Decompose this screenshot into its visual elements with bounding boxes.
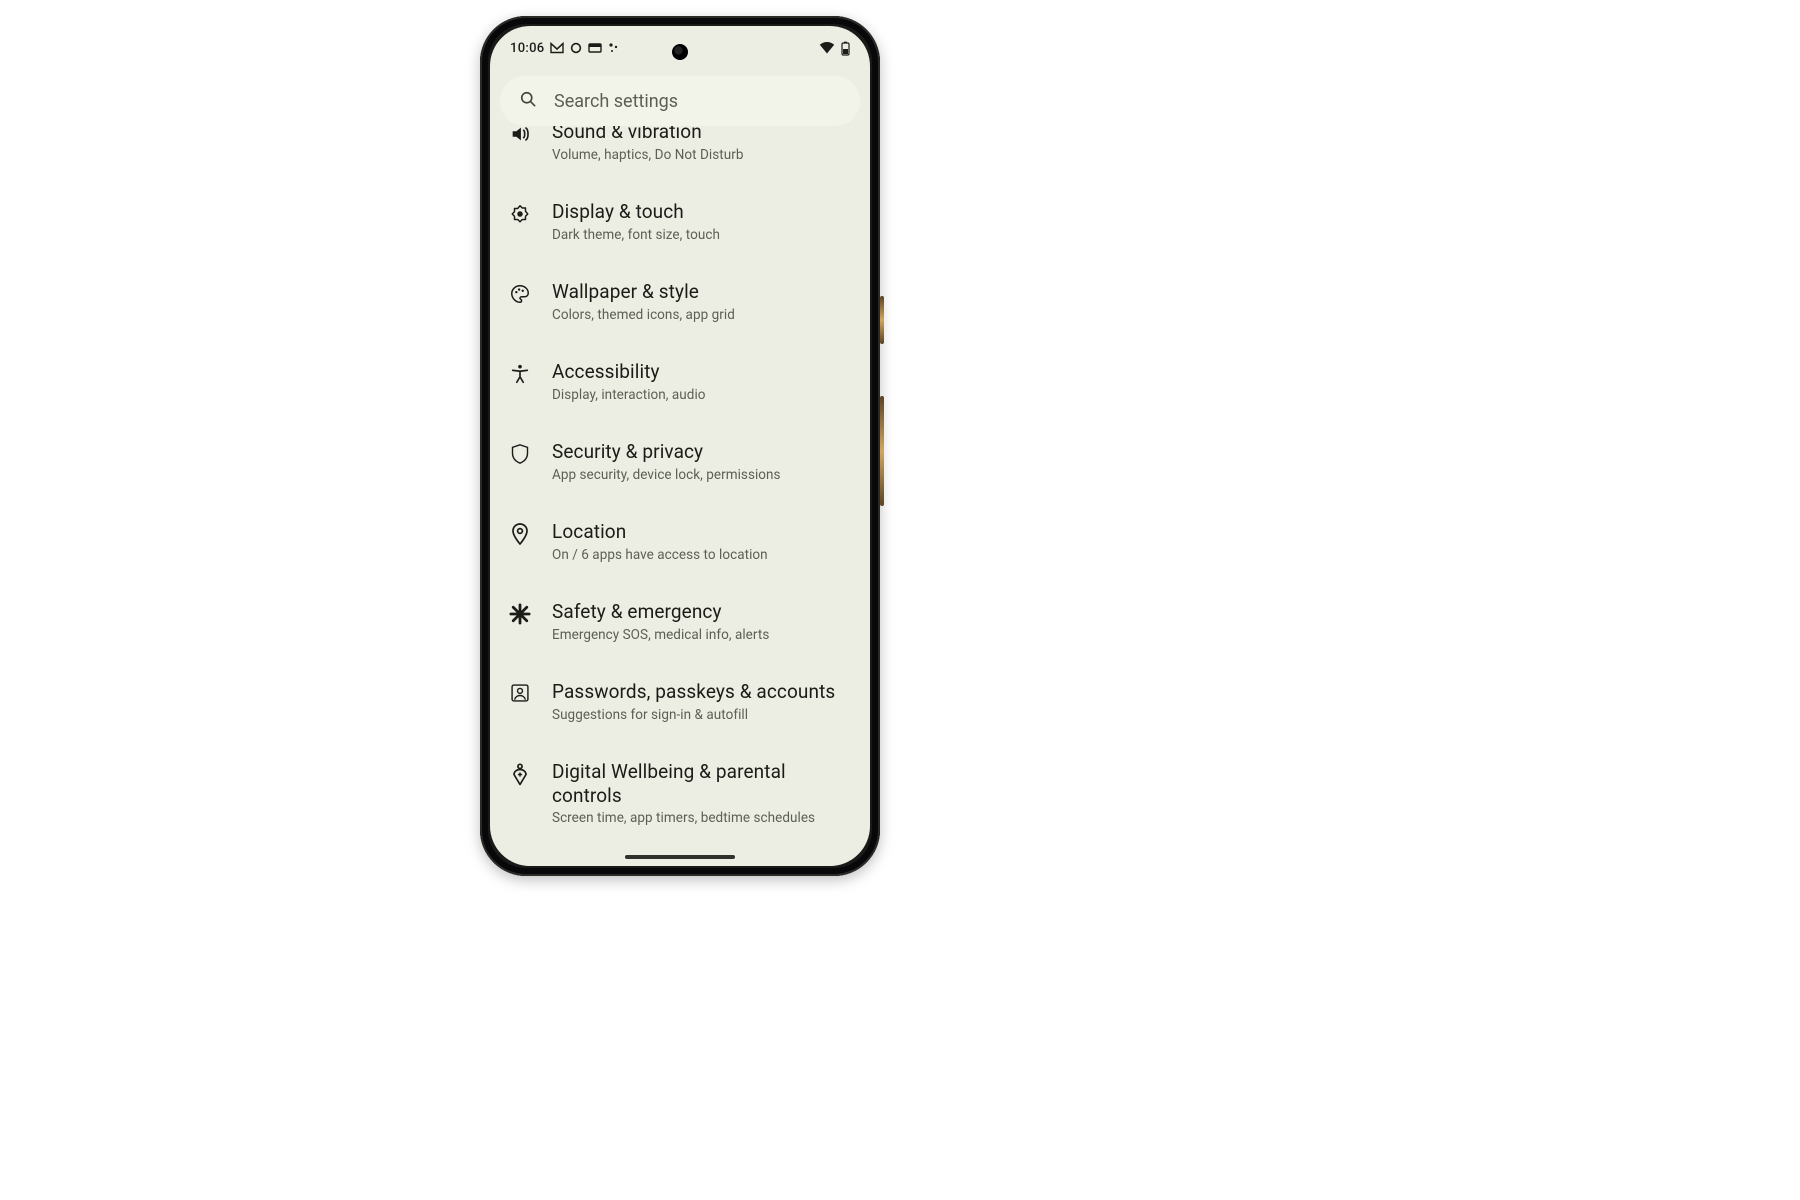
wellbeing-icon: [506, 760, 534, 787]
card-icon: [588, 42, 602, 54]
circle-icon: [570, 42, 582, 54]
settings-list[interactable]: Sound & vibration Volume, haptics, Do No…: [490, 126, 870, 860]
wifi-icon: [819, 41, 835, 55]
settings-item-title: Accessibility: [552, 360, 850, 384]
settings-item-title: Safety & emergency: [552, 600, 850, 624]
settings-item-title: Sound & vibration: [552, 126, 850, 144]
volume-icon: [506, 126, 534, 145]
settings-item-subtitle: Emergency SOS, medical info, alerts: [552, 626, 850, 644]
settings-item-location[interactable]: Location On / 6 apps have access to loca…: [490, 502, 870, 582]
settings-item-title: Passwords, passkeys & accounts: [552, 680, 850, 704]
settings-item-subtitle: Dark theme, font size, touch: [552, 226, 850, 244]
settings-item-safety[interactable]: Safety & emergency Emergency SOS, medica…: [490, 582, 870, 662]
settings-item-subtitle: Screen time, app timers, bedtime schedul…: [552, 809, 850, 827]
status-time: 10:06: [510, 41, 544, 56]
shield-icon: [506, 440, 534, 465]
settings-item-title: Display & touch: [552, 200, 850, 224]
settings-item-title: Digital Wellbeing & parental controls: [552, 760, 850, 808]
settings-item-subtitle: On / 6 apps have access to location: [552, 546, 850, 564]
settings-item-wellbeing[interactable]: Digital Wellbeing & parental controls Sc…: [490, 742, 870, 846]
account-icon: [506, 680, 534, 703]
gesture-nav-bar[interactable]: [625, 855, 735, 859]
power-button[interactable]: [880, 296, 884, 344]
settings-item-subtitle: Suggestions for sign-in & autofill: [552, 706, 850, 724]
settings-item-display[interactable]: Display & touch Dark theme, font size, t…: [490, 182, 870, 262]
search-icon: [518, 89, 538, 113]
dots-icon: [608, 42, 620, 54]
gmail-icon: [550, 42, 564, 54]
settings-item-wallpaper[interactable]: Wallpaper & style Colors, themed icons, …: [490, 262, 870, 342]
screen: 10:06: [490, 26, 870, 866]
settings-item-title: Location: [552, 520, 850, 544]
accessibility-icon: [506, 360, 534, 385]
settings-item-passwords[interactable]: Passwords, passkeys & accounts Suggestio…: [490, 662, 870, 742]
volume-rocker[interactable]: [880, 396, 884, 506]
settings-item-subtitle: Colors, themed icons, app grid: [552, 306, 850, 324]
emergency-icon: [506, 600, 534, 625]
battery-icon: [841, 41, 850, 56]
front-camera: [672, 44, 688, 60]
search-input[interactable]: [552, 90, 842, 113]
settings-item-sound[interactable]: Sound & vibration Volume, haptics, Do No…: [490, 126, 870, 182]
settings-item-subtitle: Volume, haptics, Do Not Disturb: [552, 146, 850, 164]
settings-item-accessibility[interactable]: Accessibility Display, interaction, audi…: [490, 342, 870, 422]
palette-icon: [506, 280, 534, 305]
settings-item-title: Security & privacy: [552, 440, 850, 464]
settings-item-subtitle: App security, device lock, permissions: [552, 466, 850, 484]
location-icon: [506, 520, 534, 545]
search-bar[interactable]: [500, 76, 860, 126]
settings-item-title: Wallpaper & style: [552, 280, 850, 304]
settings-item-security[interactable]: Security & privacy App security, device …: [490, 422, 870, 502]
settings-item-subtitle: Display, interaction, audio: [552, 386, 850, 404]
phone-frame: 10:06: [480, 16, 880, 876]
brightness-icon: [506, 200, 534, 225]
